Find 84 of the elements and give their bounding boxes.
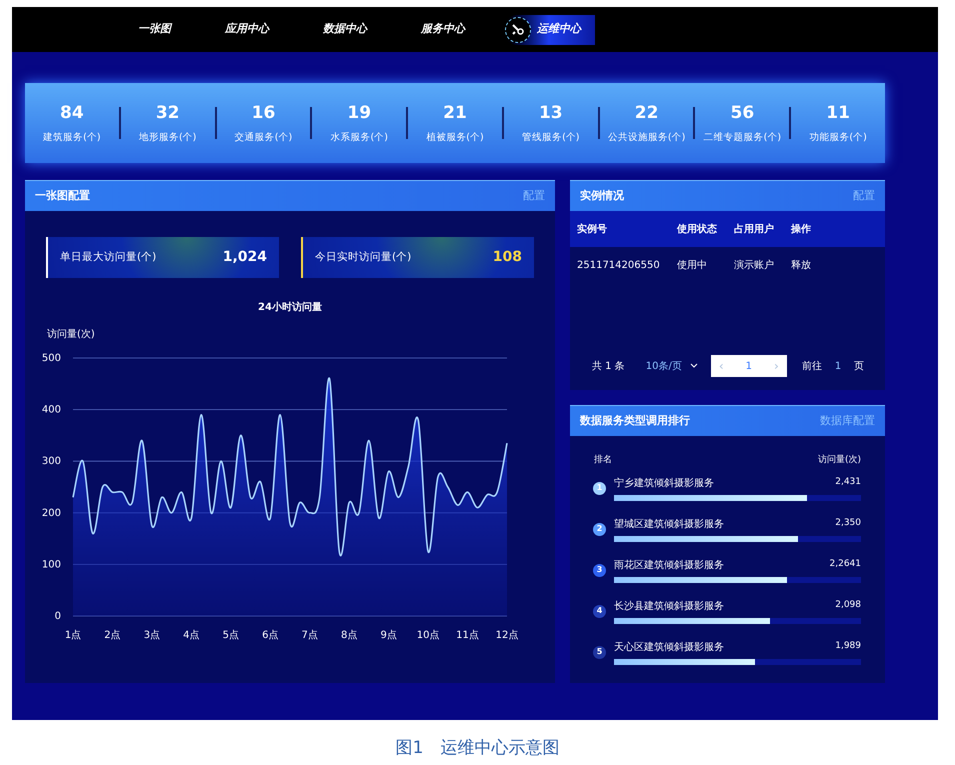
table-cell-text: 使用中 [677,258,708,272]
x-tick-label: 6点 [262,630,278,641]
service-name: 雨花区建筑倾斜摄影服务 [614,558,724,572]
y-tick-label: 300 [42,456,61,468]
x-tick-label: 3点 [144,630,160,641]
page-unit: 页 [854,360,864,374]
stat-value: 19 [347,102,372,126]
y-tick-label: 100 [42,559,61,570]
chart-title: 24小时访问量 [257,300,323,315]
stat-value: 16 [252,102,276,126]
nav-tab[interactable]: 应用中心 [209,14,285,44]
stat-value: 32 [156,102,180,126]
stat-label: 水系服务(个) [330,130,388,145]
stat-label: 功能服务(个) [809,130,867,145]
service-name: 望城区建筑倾斜摄影服务 [614,518,724,532]
x-tick-label: 2点 [104,630,121,641]
visit-count: 1,989 [835,640,861,652]
axis-title: 访问量(次) [47,328,96,342]
table-cell-text: 2511714206550 [577,258,661,272]
total-count: 共 1 条 [592,360,625,374]
rank-badge: 4 [593,604,606,618]
stat-value: 56 [730,102,754,126]
y-tick-label: 500 [42,353,61,364]
nav-tab[interactable]: 运维中心 [503,14,595,44]
rank-badge: 3 [593,564,606,576]
nav-tab[interactable]: 服务中心 [405,14,481,44]
stat-label: 二维专题服务(个) [704,130,782,145]
stat-value: 13 [538,102,563,126]
rank-badge: 5 [593,646,606,658]
x-tick-label: 7点 [302,630,318,641]
panel-title: 一张图配置 [35,188,90,204]
chevron-down-icon [690,363,698,369]
x-tick-label: 10点 [416,630,440,641]
column-header: 使用状态 [677,222,718,236]
service-name: 宁乡建筑倾斜摄影服务 [614,476,714,490]
stat-label: 公共设施服务(个) [608,130,686,145]
kpi-label: 今日实时访问量(个) [315,250,412,265]
kpi-label: 单日最大访问量(个) [60,250,156,265]
x-tick-label: 9点 [380,630,397,641]
x-tick-label: 8点 [341,630,358,641]
column-header: 实例号 [577,222,608,236]
wrench-gear-icon [505,16,531,42]
column-header: 占用用户 [734,222,775,236]
x-tick-label: 12点 [496,630,518,641]
service-name: 长沙县建筑倾斜摄影服务 [614,600,724,614]
visit-count: 2,350 [835,516,861,530]
y-tick-label: 0 [54,611,61,622]
stat-label: 交通服务(个) [234,130,292,145]
panel-title: 数据服务类型调用排行 [580,412,690,429]
stat-value: 11 [826,102,850,126]
rank-badge: 2 [593,522,606,536]
x-tick-label: 5点 [222,630,239,641]
x-tick-label: 11点 [456,630,479,641]
x-tick-label: 4点 [183,630,200,641]
stat-label: 地形服务(个) [138,130,196,145]
kpi-value: 108 [492,248,522,267]
x-tick-label: 1点 [64,630,82,641]
visit-count: 2,098 [835,598,861,612]
kpi-value: 1,024 [222,248,267,267]
stat-label: 植被服务(个) [426,130,484,145]
stat-value: 22 [634,102,658,126]
stat-label: 管线服务(个) [522,130,580,145]
release-link[interactable]: 释放 [791,258,841,272]
page-size-select[interactable]: 10条/页 [646,358,698,374]
figure-caption: 图1 运维中心示意图 [394,737,560,760]
stat-value: 21 [443,102,467,126]
stat-value: 84 [60,102,84,126]
y-tick-label: 400 [42,404,61,416]
rank-badge: 1 [593,482,606,494]
y-tick-label: 200 [42,508,61,519]
goto-page-field[interactable]: 1 [830,358,846,374]
nav-tab[interactable]: 数据中心 [307,14,383,44]
visit-count: 2,2641 [830,558,861,570]
page-number[interactable]: 1 [746,358,752,374]
column-header: 操作 [791,222,812,236]
service-name: 天心区建筑倾斜摄影服务 [614,640,724,654]
stat-label: 建筑服务(个) [43,130,101,145]
panel-title: 实例情况 [580,188,624,204]
column-header: 排名 [594,454,612,467]
visit-count: 2,431 [835,476,861,488]
table-cell-text: 演示账户 [734,258,775,272]
goto-label: 前往 [802,360,822,374]
nav-tab[interactable]: 一张图 [122,14,187,44]
column-header: 访问量(次) [818,454,861,467]
